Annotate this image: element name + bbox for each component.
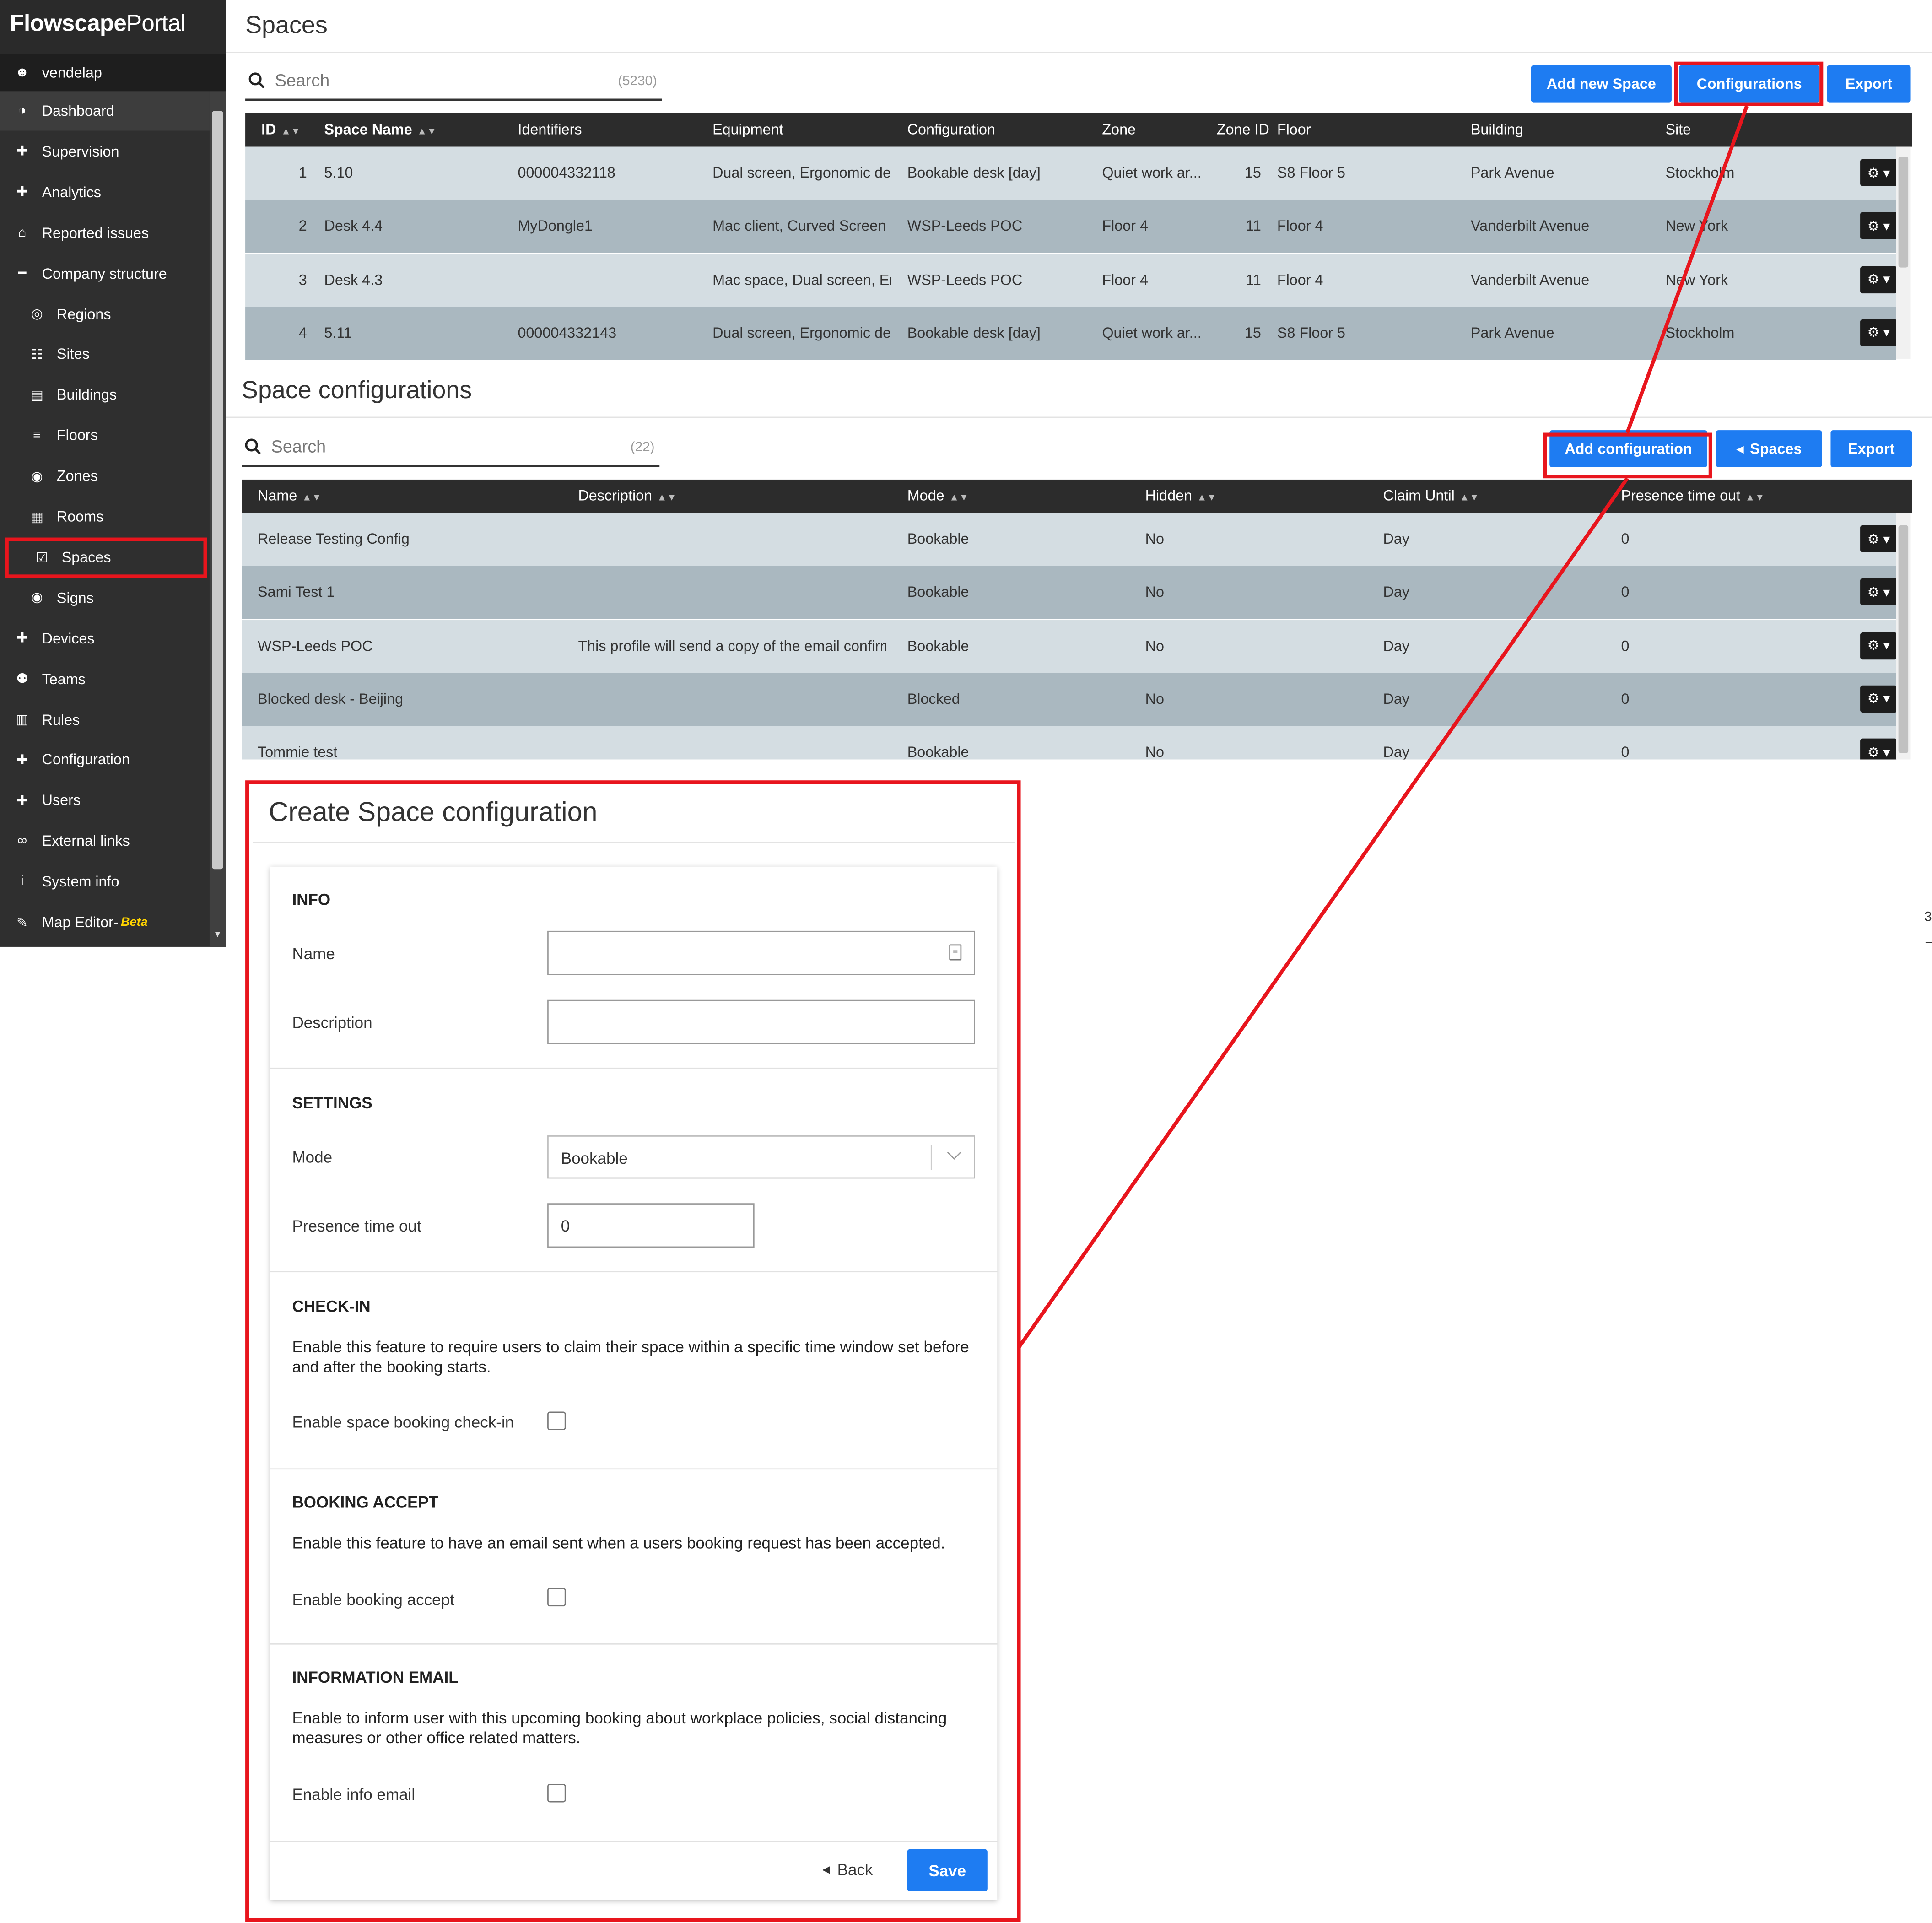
description-input[interactable] [547,999,975,1044]
contact-card-icon: ≡ [949,944,962,961]
cell-hidden: No [1145,530,1164,548]
cell-mode: Bookable [907,530,969,548]
section-divider [270,1643,998,1645]
divider [253,842,1015,843]
section-divider [270,1840,998,1842]
settings-heading: SETTINGS [292,1093,372,1112]
edit-icon: ✎ [16,915,28,930]
name-label: Name [292,944,335,963]
cell-claim: Day [1383,583,1410,601]
presence-timeout-input[interactable]: 0 [547,1203,755,1248]
cell-mode: Blocked [907,690,960,708]
info-heading: INFO [292,890,331,909]
name-input[interactable]: ≡ [547,930,975,975]
row-actions-gear-icon[interactable]: ⚙ ▾ [1860,685,1897,713]
caret-left-icon: ◀ [822,1864,830,1875]
cell-hidden: No [1145,637,1164,654]
mode-select[interactable]: Bookable [547,1135,975,1179]
table-row[interactable]: WSP-Leeds POC This profile will send a co… [242,619,1897,673]
sidebar-item-label: Users [42,792,81,809]
row-actions-gear-icon[interactable]: ⚙ ▾ [1860,739,1897,760]
table-row[interactable]: Sami Test 1 Bookable No Day 0 ⚙ ▾ [242,566,1897,620]
edge-fragment: 3 [1924,910,1932,925]
section-divider [270,1067,998,1069]
checkin-label: Enable space booking check-in [292,1413,514,1431]
sidebar-item-label: Map Editor- [42,913,119,931]
email-label: Enable info email [292,1785,416,1804]
cell-mode: Bookable [907,743,969,760]
email-description: Enable to inform user with this upcoming… [292,1708,947,1747]
accept-heading: BOOKING ACCEPT [292,1493,439,1512]
accept-description: Enable this feature to have an email sen… [292,1534,945,1552]
sidebar-item-label: External links [42,832,130,850]
row-actions-gear-icon[interactable]: ⚙ ▾ [1860,578,1897,606]
section-divider [270,1271,998,1273]
beta-badge: Beta [121,915,148,929]
app-window: FlowscapePortal ☻ vendelap ◑ Dashboard ✚ Su… [0,0,1932,1923]
cell-name: Release Testing Config [258,530,410,548]
configs-table-scrollbar[interactable] [1896,513,1911,760]
cell-claim: Day [1383,743,1410,760]
cell-presence: 0 [1621,743,1630,760]
cell-presence: 0 [1621,637,1630,654]
config-form-card: INFO Name ≡ Description SETTINGS Mode Bo… [270,866,998,1900]
back-button[interactable]: ◀ Back [822,1860,873,1879]
cell-presence: 0 [1621,690,1630,708]
checkin-heading: CHECK-IN [292,1296,371,1316]
sidebar-item-external-links[interactable]: ∞ External links [0,821,210,861]
cell-hidden: No [1145,690,1164,708]
scroll-down-icon[interactable]: ▼ [212,931,223,940]
cell-hidden: No [1145,743,1164,760]
mode-label: Mode [292,1148,333,1167]
cell-mode: Bookable [907,637,969,654]
description-label: Description [292,1013,372,1032]
email-checkbox[interactable] [547,1784,566,1803]
mode-value: Bookable [561,1149,628,1168]
chevron-down-icon [947,1145,961,1160]
cell-claim: Day [1383,637,1410,654]
cell-name: Tommie test [258,743,338,760]
cell-claim: Day [1383,530,1410,548]
checkin-description: Enable this feature to require users to … [292,1337,969,1376]
table-row[interactable]: Tommie test Bookable No Day 0 ⚙ ▾ [242,726,1897,760]
cell-description: This profile will send a copy of the ema… [578,637,886,654]
dialog-title: Create Space configuration [269,796,598,827]
plus-icon: ✚ [16,794,28,809]
cell-name: WSP-Leeds POC [258,637,373,654]
table-row[interactable]: Release Testing Config Bookable No Day 0 ⚙ ▾ [242,513,1897,566]
cell-name: Blocked desk - Beijing [258,690,404,708]
sidebar-item-system-info[interactable]: i System info [0,862,210,901]
cell-hidden: No [1145,583,1164,601]
presence-value: 0 [561,1216,570,1236]
sidebar-item-users[interactable]: ✚ Users [0,781,210,820]
sidebar-item-map-editor[interactable]: ✎ Map Editor- Beta [0,902,210,942]
link-icon: ∞ [17,833,27,848]
edge-line [1925,942,1932,943]
row-actions-gear-icon[interactable]: ⚙ ▾ [1860,632,1897,659]
back-label: Back [837,1860,873,1879]
cell-name: Sami Test 1 [258,583,335,601]
cell-claim: Day [1383,690,1410,708]
cell-presence: 0 [1621,530,1630,548]
email-heading: INFORMATION EMAIL [292,1668,459,1687]
row-actions-gear-icon[interactable]: ⚙ ▾ [1860,525,1897,552]
checkin-checkbox[interactable] [547,1411,566,1430]
sidebar-item-label: System info [42,873,119,891]
table-row[interactable]: Blocked desk - Beijing Blocked No Day 0 ⚙ ▾ [242,673,1897,726]
save-button[interactable]: Save [907,1849,988,1891]
cell-mode: Bookable [907,583,969,601]
accept-checkbox[interactable] [547,1588,566,1607]
accept-label: Enable booking accept [292,1590,454,1609]
presence-label: Presence time out [292,1216,421,1236]
cell-presence: 0 [1621,583,1630,601]
configs-scroll-thumb[interactable] [1898,525,1909,753]
section-divider [270,1468,998,1470]
info-icon: i [21,874,24,889]
select-separator [930,1145,932,1170]
